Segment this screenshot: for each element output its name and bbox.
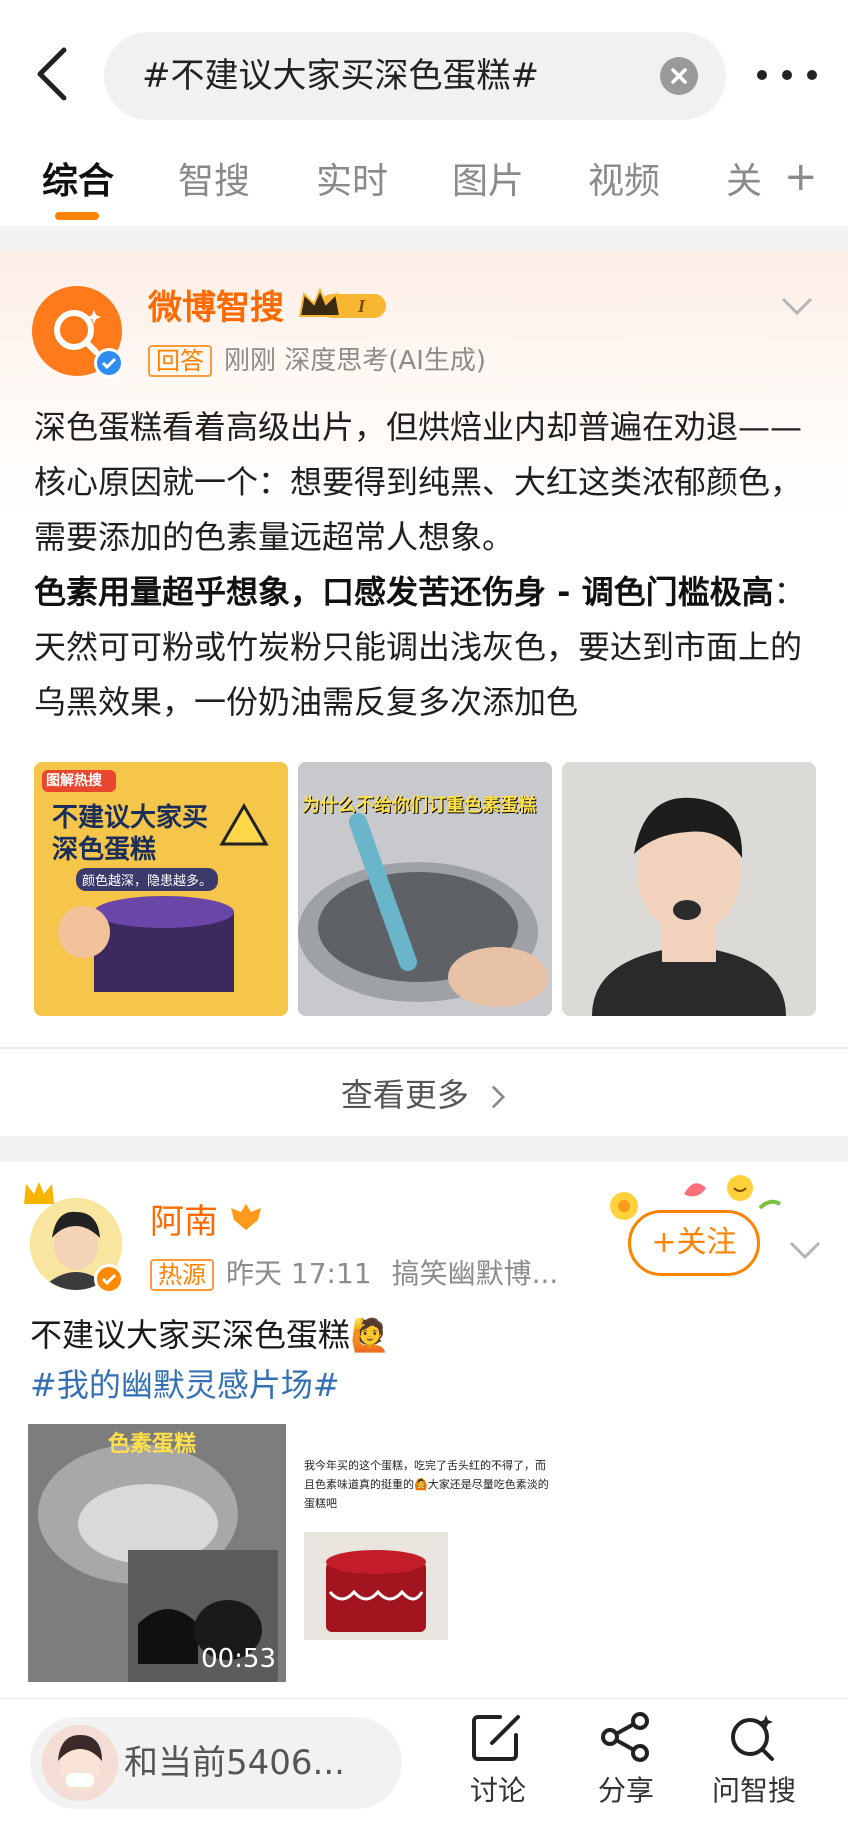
chat-input[interactable]: 和当前5406... [30, 1717, 402, 1809]
follow-button[interactable]: +关注 [628, 1210, 760, 1276]
video-duration: 00:53 [201, 1644, 276, 1674]
top-bar: #不建议大家买深色蛋糕# [0, 0, 848, 150]
active-tab-indicator [55, 212, 99, 220]
bottom-bar: 和当前5406... 讨论 分享 问智搜 [0, 1698, 848, 1824]
clear-icon[interactable] [660, 57, 698, 95]
person-image[interactable] [562, 762, 816, 1016]
answer-tag: 回答 [148, 345, 212, 377]
author-name[interactable]: 微博智搜 [148, 280, 284, 329]
add-tab-icon[interactable]: + [784, 154, 818, 200]
share-button[interactable]: 分享 [576, 1711, 676, 1809]
post-meta: 热源 昨天 17:11 搞笑幽默博... [150, 1252, 558, 1292]
edit-icon [472, 1715, 520, 1761]
post-image[interactable]: 我今年买的这个蛋糕，吃完了舌头红的不得了，而且色素味道真的挺重的🙆大家还是尽量吃… [298, 1424, 560, 1682]
crown-icon [24, 1182, 54, 1204]
post-text[interactable]: 不建议大家买深色蛋糕🙋 [30, 1310, 390, 1360]
share-icon [601, 1712, 649, 1762]
chevron-down-icon[interactable] [788, 1240, 822, 1260]
author-name[interactable]: 阿南 [150, 1194, 218, 1243]
more-dots-icon[interactable] [752, 60, 822, 90]
tab-images[interactable]: 图片 [452, 152, 524, 204]
tab-bar: 综合 智搜 实时 图片 视频 关 + [0, 150, 848, 226]
hashtag-link[interactable]: #我的幽默灵感片场# [30, 1360, 340, 1410]
infographic-image[interactable]: 图解热搜 不建议大家买深色蛋糕 颜色越深，隐患越多。 [34, 762, 288, 1016]
chevron-down-icon[interactable] [780, 296, 814, 316]
answer-text[interactable]: 深色蛋糕看着高级出片，但烘焙业内却普遍在劝退——核心原因就一个：想要得到纯黑、大… [34, 400, 818, 730]
video-thumbnail[interactable]: 色素蛋糕 00:53 [28, 1424, 286, 1682]
tab-smart-search[interactable]: 智搜 [178, 152, 250, 204]
divider [0, 1047, 848, 1049]
search-input[interactable]: #不建议大家买深色蛋糕# [142, 32, 539, 120]
discuss-button[interactable]: 讨论 [448, 1711, 548, 1809]
svg-text:I: I [357, 296, 366, 316]
see-more-button[interactable]: 查看更多 [0, 1070, 848, 1116]
post-meta: 回答 刚刚 深度思考(AI生成) [148, 340, 486, 377]
ai-answer-card[interactable]: 微博智搜 I 回答 刚刚 深度思考(AI生成) 深色蛋糕看着高级出片，但烘焙业内却… [0, 250, 848, 1136]
verified-icon [94, 348, 124, 378]
image-grid: 图解热搜 不建议大家买深色蛋糕 颜色越深，隐患越多。 为什么不给你们订重色素蛋糕 [34, 762, 816, 1016]
tab-all[interactable]: 综合 [42, 152, 114, 204]
crown-level-icon: I [298, 287, 386, 318]
divider [0, 226, 848, 250]
search-bar[interactable]: #不建议大家买深色蛋糕# [104, 32, 726, 120]
ask-ai-button[interactable]: 问智搜 [704, 1711, 804, 1809]
back-arrow-icon[interactable] [28, 44, 76, 104]
hot-source-tag: 热源 [150, 1259, 214, 1291]
cake-making-image[interactable]: 为什么不给你们订重色素蛋糕 [298, 762, 552, 1016]
verified-icon [94, 1264, 124, 1294]
chevron-right-icon [491, 1085, 506, 1109]
hot-badge-icon [231, 1204, 261, 1230]
post-card[interactable]: 阿南 热源 昨天 17:11 搞笑幽默博... +关注 不建议大家买深色蛋糕🙋 #我… [0, 1162, 848, 1692]
tab-realtime[interactable]: 实时 [316, 152, 388, 204]
user-avatar [42, 1725, 118, 1801]
divider [0, 1136, 848, 1162]
ai-search-icon [731, 1715, 774, 1761]
avatar[interactable] [32, 286, 124, 378]
tab-videos[interactable]: 视频 [588, 152, 660, 204]
tab-follow[interactable]: 关 [726, 152, 762, 204]
